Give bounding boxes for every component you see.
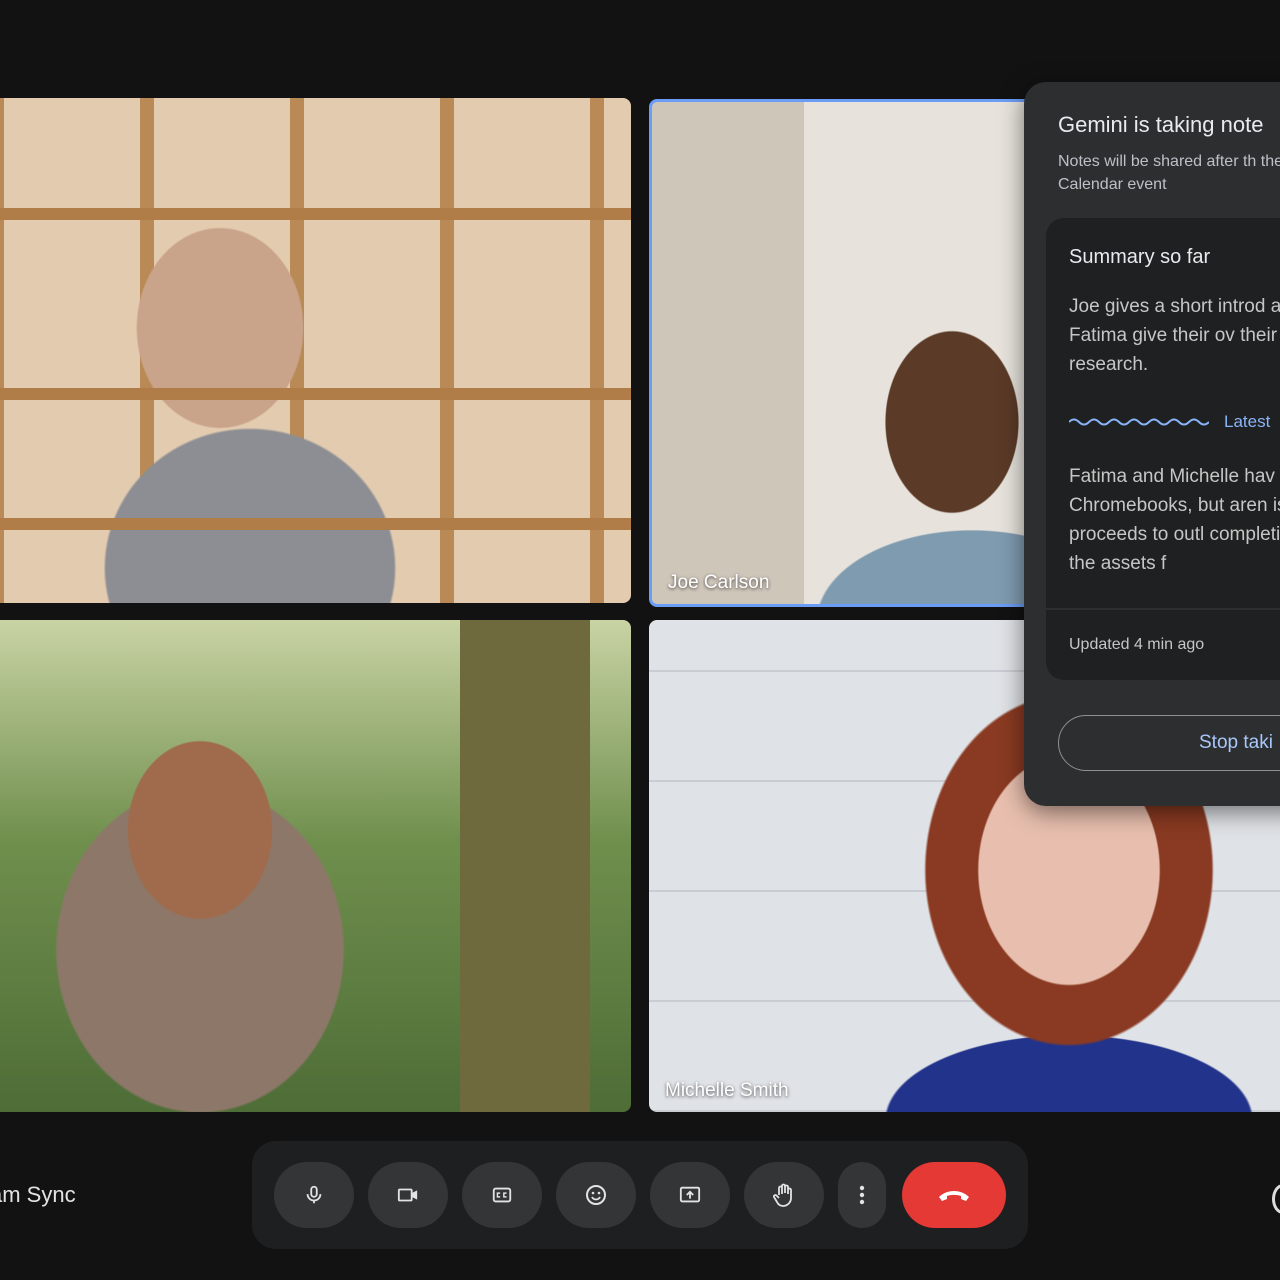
present-screen-button[interactable] [650, 1162, 730, 1228]
latest-divider: Latest [1069, 410, 1280, 434]
microphone-icon [306, 1185, 322, 1204]
present-screen-icon [679, 1186, 701, 1203]
participant-tile-joe-carlson[interactable]: Joe Carlson [649, 99, 1035, 607]
shelf [0, 208, 631, 220]
latest-summary-text: Fatima and Michelle hav Chromebooks, but… [1069, 466, 1280, 574]
shelf [0, 388, 631, 400]
summary-text: Joe gives a short introd and Fatima give… [1069, 296, 1280, 375]
emoji-icon [586, 1185, 606, 1205]
participant-name: Michelle Smith [665, 1080, 789, 1101]
call-controls-bar [252, 1141, 1028, 1249]
stop-taking-notes-button[interactable]: Stop taki [1058, 715, 1280, 771]
panel-title: Gemini is taking note [1058, 112, 1264, 137]
raise-hand-button[interactable] [744, 1162, 824, 1228]
meeting-title: am Sync [0, 1182, 76, 1207]
partial-icon[interactable] [1272, 1184, 1280, 1214]
camera-icon [397, 1188, 418, 1202]
wave-icon [1069, 418, 1209, 426]
participant-name: Joe Carlson [668, 572, 770, 593]
captions-button[interactable] [462, 1162, 542, 1228]
gemini-notes-panel: Gemini is taking note Notes will be shar… [1024, 82, 1280, 806]
emoji-reaction-button[interactable] [556, 1162, 636, 1228]
summary-heading: Summary so far [1069, 246, 1211, 268]
latest-label: Latest [1224, 412, 1271, 431]
divider [1046, 608, 1280, 610]
end-call-button[interactable] [902, 1162, 1006, 1228]
shelf [0, 518, 631, 530]
raise-hand-icon [773, 1183, 792, 1207]
more-options-button[interactable] [838, 1162, 886, 1228]
participant-tile-3[interactable] [0, 620, 631, 1112]
microphone-button[interactable] [274, 1162, 354, 1228]
participant-tile-1[interactable] [0, 98, 631, 603]
end-call-icon [939, 1191, 969, 1201]
camera-button[interactable] [368, 1162, 448, 1228]
summary-card: Summary so far Joe gives a short introd … [1046, 218, 1280, 680]
panel-subtitle: Notes will be shared after th the Calend… [1058, 153, 1280, 193]
updated-timestamp: Updated 4 min ago [1069, 636, 1205, 653]
stop-button-label: Stop taki [1199, 732, 1273, 753]
captions-icon [492, 1187, 512, 1203]
more-options-icon [859, 1185, 865, 1205]
